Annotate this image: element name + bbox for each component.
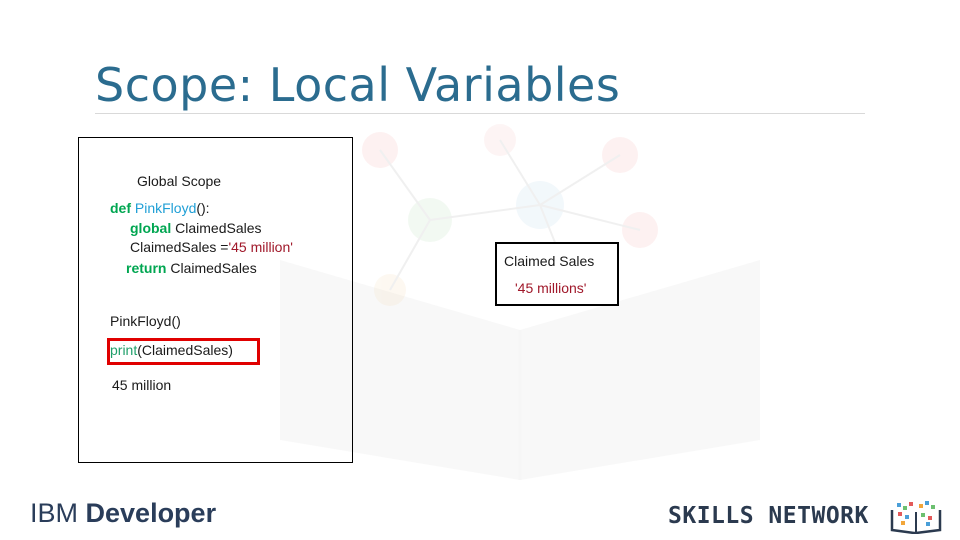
ibm-logo-prefix: IBM <box>30 498 86 528</box>
print-keyword: print <box>110 342 138 358</box>
code-line-assign: ClaimedSales ='45 million' <box>130 240 293 254</box>
global-keyword: global <box>130 220 172 236</box>
global-variable: ClaimedSales <box>171 220 262 236</box>
variable-value: '45 millions' <box>515 280 587 296</box>
return-variable: ClaimedSales <box>166 260 257 276</box>
assign-target: ClaimedSales = <box>130 239 229 255</box>
global-scope-label: Global Scope <box>137 173 222 189</box>
ibm-developer-logo: IBM Developer <box>30 500 216 527</box>
return-keyword: return <box>126 260 167 276</box>
code-line-print: print(ClaimedSales) <box>110 343 233 357</box>
code-line-call: PinkFloyd() <box>110 313 181 329</box>
title-divider <box>95 113 865 114</box>
code-line-def: def PinkFloyd(): <box>110 201 210 215</box>
skills-network-book-icon <box>890 501 942 534</box>
code-panel: Global Scope def PinkFloyd(): global Cla… <box>78 137 353 463</box>
ibm-logo-bold: Developer <box>85 498 217 528</box>
function-name: PinkFloyd <box>134 200 197 216</box>
def-keyword: def <box>110 200 131 216</box>
code-line-global: global ClaimedSales <box>130 221 262 235</box>
program-output: 45 million <box>112 377 172 393</box>
slide-title: Scope: Local Variables <box>95 58 621 112</box>
print-arguments: (ClaimedSales) <box>137 342 233 358</box>
skills-network-logo: SKILLS NETWORK <box>668 503 869 529</box>
variable-box: Claimed Sales '45 millions' <box>495 242 619 306</box>
code-line-return: return ClaimedSales <box>126 261 257 275</box>
assign-string: '45 million' <box>228 239 293 255</box>
variable-name: Claimed Sales <box>504 253 595 269</box>
def-suffix: (): <box>196 200 210 216</box>
